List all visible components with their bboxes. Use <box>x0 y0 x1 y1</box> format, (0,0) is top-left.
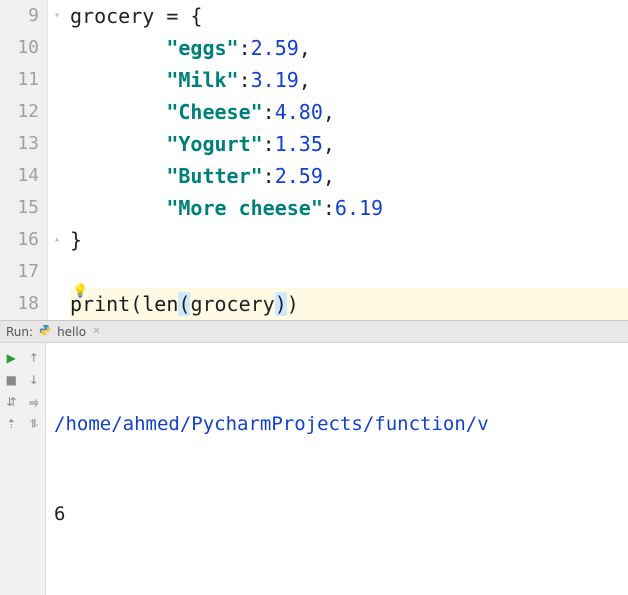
scroll-down-button[interactable]: ↓ <box>23 369 46 391</box>
intention-bulb-icon[interactable]: 💡 <box>72 276 88 308</box>
code-line[interactable]: "Yogurt":1.35, <box>70 128 628 160</box>
run-output[interactable]: /home/ahmed/PycharmProjects/function/v 6 <box>46 343 628 595</box>
code-line[interactable]: "Cheese":4.80, <box>70 96 628 128</box>
python-icon <box>39 324 51 339</box>
line-number: 13 <box>4 128 39 160</box>
code-line[interactable]: "More cheese":6.19 <box>70 192 628 224</box>
code-line[interactable]: print(len(grocery)) <box>70 288 628 320</box>
output-path: /home/ahmed/PycharmProjects/function/v <box>54 409 620 439</box>
run-config-name[interactable]: hello <box>57 325 86 339</box>
fold-open-icon[interactable]: ▾ <box>50 9 64 23</box>
line-number: 16 <box>4 224 39 256</box>
line-number: 18 <box>4 288 39 320</box>
code-line[interactable]: grocery = { <box>70 0 628 32</box>
code-editor[interactable]: 9101112131415161718 ▾▴ grocery = { "eggs… <box>0 0 628 320</box>
line-number: 15 <box>4 192 39 224</box>
line-number: 11 <box>4 64 39 96</box>
run-tool-window: Run: hello ✕ ▶ ↑ ■ ↓ ⇵ ⥤ ⇡ ⥮ /home/ahmed… <box>0 320 628 595</box>
rerun-button[interactable]: ▶ <box>0 347 23 369</box>
expand-button[interactable]: ⇡ <box>0 413 23 435</box>
code-line[interactable]: "Milk":3.19, <box>70 64 628 96</box>
line-number: 12 <box>4 96 39 128</box>
run-label: Run: <box>6 325 33 339</box>
line-number: 10 <box>4 32 39 64</box>
fold-close-icon[interactable]: ▴ <box>50 233 64 247</box>
soft-wrap-button[interactable]: ⥤ <box>23 391 46 413</box>
line-number: 17 <box>4 256 39 288</box>
run-header: Run: hello ✕ <box>0 321 628 343</box>
scroll-up-button[interactable]: ↑ <box>23 347 46 369</box>
layout-button[interactable]: ⇵ <box>0 391 23 413</box>
code-area[interactable]: grocery = { "eggs":2.59, "Milk":3.19, "C… <box>68 0 628 320</box>
code-line[interactable] <box>70 256 628 288</box>
line-number-gutter: 9101112131415161718 <box>0 0 48 320</box>
line-number: 9 <box>4 0 39 32</box>
line-number: 14 <box>4 160 39 192</box>
settings-button[interactable]: ⥮ <box>23 413 46 435</box>
fold-column[interactable]: ▾▴ <box>48 0 68 320</box>
code-line[interactable]: "Butter":2.59, <box>70 160 628 192</box>
run-sidebar: ▶ ↑ ■ ↓ ⇵ ⥤ ⇡ ⥮ <box>0 343 46 595</box>
output-value: 6 <box>54 499 620 529</box>
code-line[interactable]: "eggs":2.59, <box>70 32 628 64</box>
stop-button[interactable]: ■ <box>0 369 23 391</box>
close-tab-icon[interactable]: ✕ <box>92 326 100 337</box>
code-line[interactable]: } <box>70 224 628 256</box>
